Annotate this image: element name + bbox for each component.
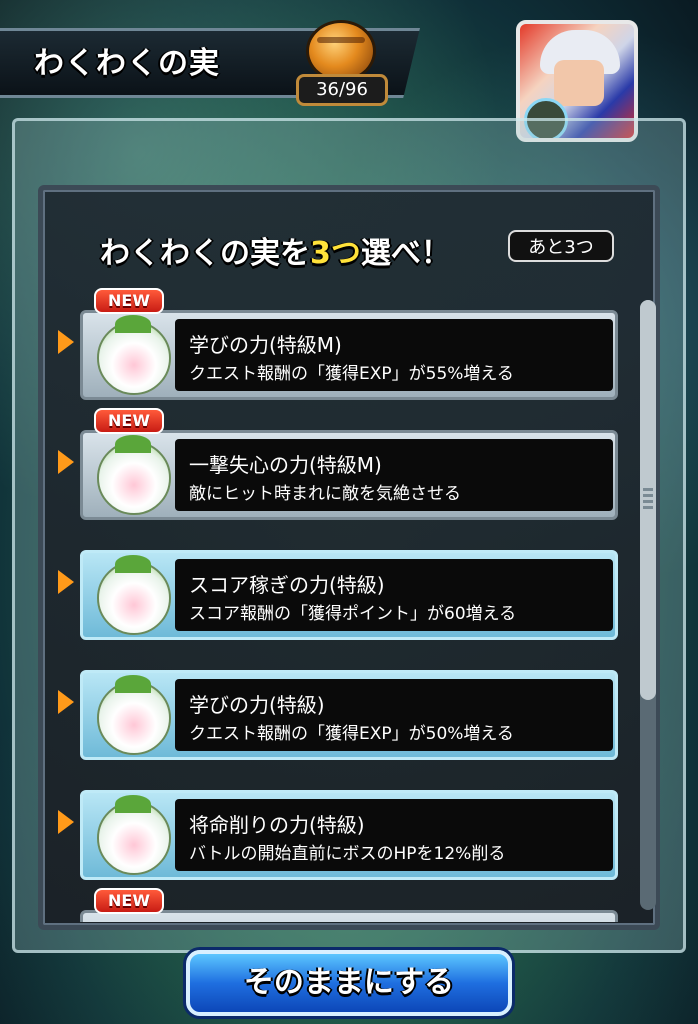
- fruit-title: 将命削りの力(特級): [189, 813, 365, 837]
- fruit-description-box: 将命削りの力(特級) バトルの開始直前にボスのHPを12%削る: [175, 799, 613, 871]
- list-item[interactable]: 将命削りの力(特級) バトルの開始直前にボスのHPを12%削る: [50, 780, 620, 880]
- fruit-card[interactable]: 学びの力(特級) クエスト報酬の「獲得EXP」が50%増える: [80, 670, 618, 760]
- fruit-description: クエスト報酬の「獲得EXP」が50%増える: [189, 724, 514, 744]
- heading-count: 3つ: [310, 236, 361, 271]
- arrow-right-icon: [58, 450, 74, 474]
- fruit-description: クエスト報酬の「獲得EXP」が55%増える: [189, 364, 514, 384]
- fruit-description-box: 一撃失心の力(特級M) 敵にヒット時まれに敵を気絶させる: [175, 439, 613, 511]
- remaining-count-badge: あと3つ: [508, 230, 614, 262]
- fruit-title: スコア稼ぎの力(特級): [189, 573, 385, 597]
- fruit-description: バトルの開始直前にボスのHPを12%削る: [189, 844, 506, 864]
- fruit-description-box: スコア稼ぎの力(特級) スコア報酬の「獲得ポイント」が60増える: [175, 559, 613, 631]
- list-item[interactable]: スコア稼ぎの力(特級) スコア報酬の「獲得ポイント」が60増える: [50, 540, 620, 640]
- fruit-card[interactable]: 将命削りの力(特級) バトルの開始直前にボスのHPを12%削る: [80, 790, 618, 880]
- fruit-icon: [97, 315, 171, 395]
- fruit-description: 敵にヒット時まれに敵を気絶させる: [189, 484, 461, 504]
- list-item[interactable]: 学びの力(特級) クエスト報酬の「獲得EXP」が50%増える: [50, 660, 620, 760]
- fruit-description: スコア報酬の「獲得ポイント」が60増える: [189, 604, 517, 624]
- fruit-icon: [97, 795, 171, 875]
- new-badge: NEW: [94, 888, 164, 914]
- heading-prefix: わくわくの実を: [100, 236, 310, 271]
- list-item[interactable]: 一撃失心の力(特級M) 敵にヒット時まれに敵を気絶させる NEW: [50, 408, 620, 520]
- arrow-right-icon: [58, 810, 74, 834]
- scroll-grip-icon: [643, 488, 653, 512]
- arrow-right-icon: [58, 570, 74, 594]
- keep-as-is-button[interactable]: そのままにする: [186, 950, 512, 1016]
- fruit-card[interactable]: 学びの力(特級M) クエスト報酬の「獲得EXP」が55%増える: [80, 310, 618, 400]
- fruit-description-box: 学びの力(特級M) クエスト報酬の「獲得EXP」が55%増える: [175, 319, 613, 391]
- fruit-list[interactable]: 学びの力(特級M) クエスト報酬の「獲得EXP」が55%増える NEW 一撃失心…: [50, 280, 640, 922]
- fruit-title: 学びの力(特級M): [189, 333, 342, 357]
- fruit-title: 一撃失心の力(特級M): [189, 453, 382, 477]
- avatar-face: [554, 60, 604, 106]
- list-item[interactable]: 学びの力(特級M) クエスト報酬の「獲得EXP」が55%増える NEW: [50, 288, 620, 400]
- fruit-card[interactable]: スコア稼ぎの力(特級) スコア報酬の「獲得ポイント」が60増える: [80, 550, 618, 640]
- arrow-right-icon: [58, 330, 74, 354]
- heading-suffix: 選べ！: [360, 236, 451, 271]
- arrow-right-icon: [58, 690, 74, 714]
- new-badge: NEW: [94, 288, 164, 314]
- fruit-icon: [306, 20, 376, 82]
- fruit-count: 36/96: [296, 74, 388, 106]
- list-item[interactable]: NEW: [50, 888, 620, 922]
- fruit-description-box: 学びの力(特級) クエスト報酬の「獲得EXP」が50%増える: [175, 679, 613, 751]
- fruit-title: 学びの力(特級): [189, 693, 325, 717]
- fruit-card[interactable]: 一撃失心の力(特級M) 敵にヒット時まれに敵を気絶させる: [80, 430, 618, 520]
- selection-heading: わくわくの実を3つ選べ！: [100, 228, 451, 272]
- page-title: わくわくの実: [34, 46, 220, 81]
- new-badge: NEW: [94, 408, 164, 434]
- fruit-icon: [97, 435, 171, 515]
- fruit-icon: [97, 555, 171, 635]
- fruit-icon: [97, 675, 171, 755]
